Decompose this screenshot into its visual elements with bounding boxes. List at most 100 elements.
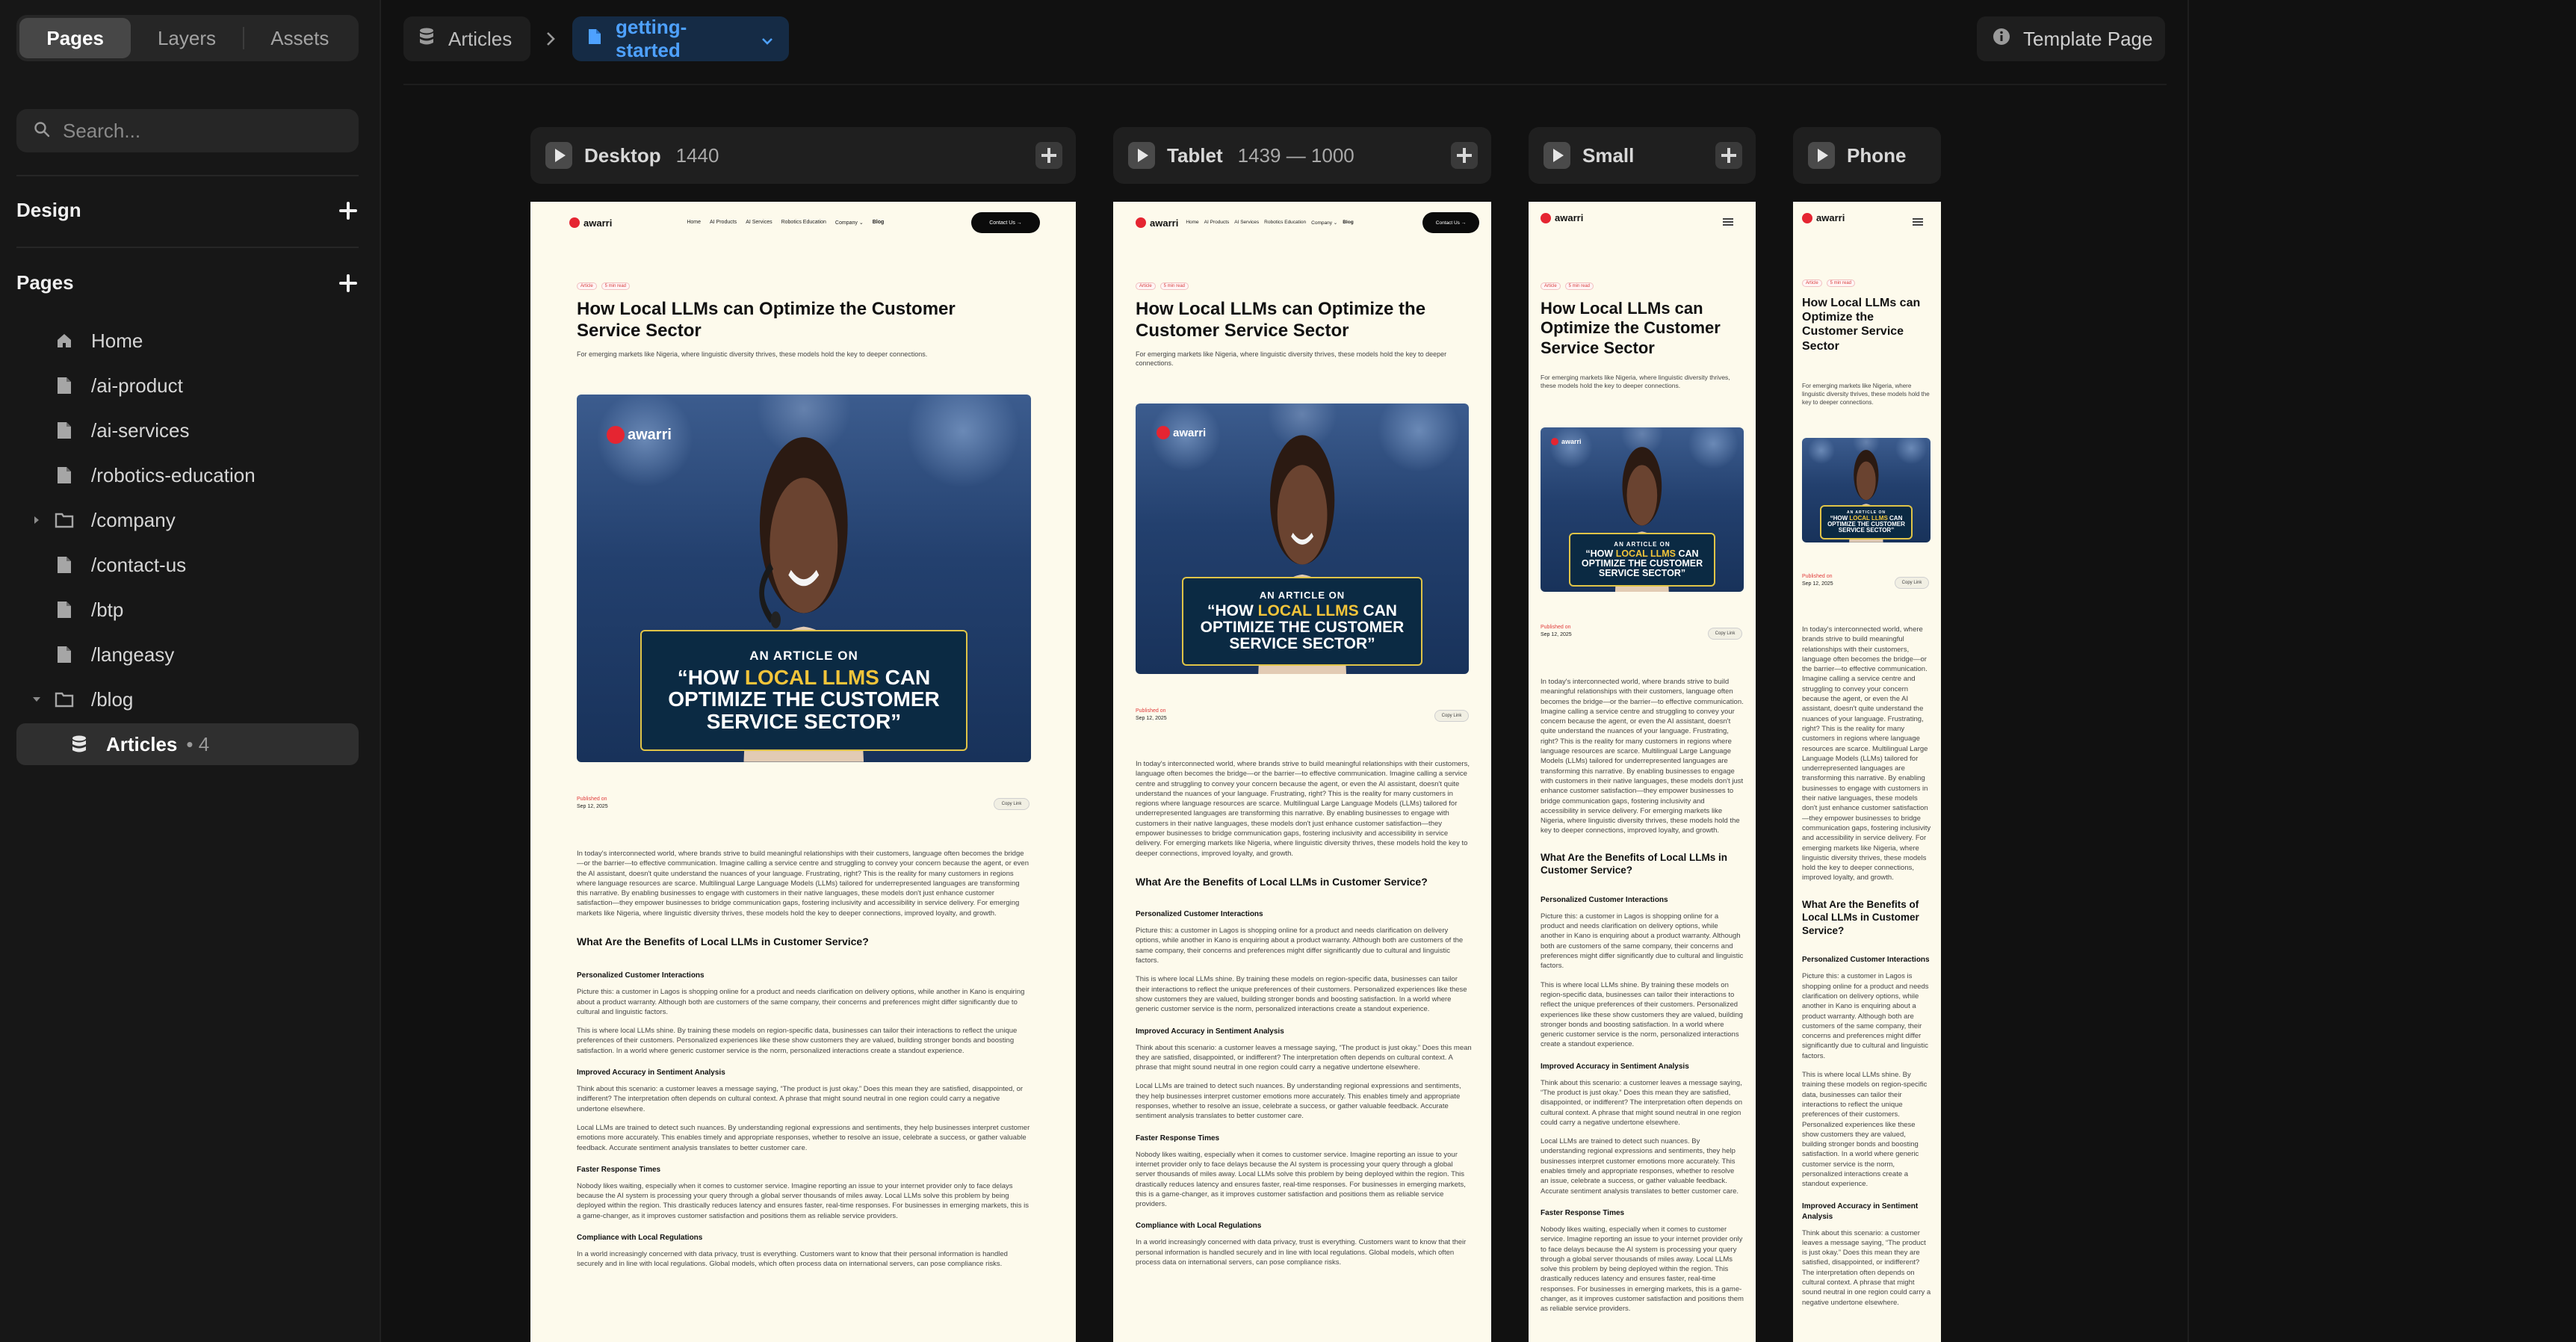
- page-item-label: /ai-services: [91, 418, 190, 442]
- chevron-down-icon[interactable]: [27, 696, 46, 703]
- page-item-robotics-education[interactable]: /robotics-education: [16, 454, 359, 496]
- chevron-right-icon[interactable]: [27, 516, 46, 525]
- breadcrumb-collection[interactable]: Articles: [403, 16, 530, 61]
- search-input[interactable]: Search...: [16, 109, 359, 152]
- copy-link-button[interactable]: Copy Link: [1895, 577, 1929, 589]
- page-item-ai-product[interactable]: /ai-product: [16, 365, 359, 406]
- awarri-logo[interactable]: awarri: [1541, 212, 1583, 223]
- small-preview-frame[interactable]: awarri Article 5 min read How Local LLMs…: [1529, 202, 1756, 1342]
- add-breakpoint-plus-icon[interactable]: [1715, 142, 1742, 169]
- hero-brand: awarri: [1173, 426, 1207, 439]
- template-page-label: Template Page: [2023, 27, 2153, 50]
- hero-logo: awarri: [1157, 426, 1206, 439]
- canvas-right-border: [2188, 0, 2189, 1342]
- hamburger-menu-icon[interactable]: [1723, 218, 1733, 226]
- phone-preview-frame[interactable]: awarri Article 5 min read How Local LLMs…: [1793, 202, 1941, 1342]
- page-item-label: /robotics-education: [91, 463, 256, 486]
- nav-link-home[interactable]: Home: [1186, 220, 1198, 226]
- page-item-label: /blog: [91, 687, 134, 711]
- section-heading: Faster Response Times: [577, 1165, 661, 1174]
- hamburger-menu-icon[interactable]: [1913, 218, 1923, 226]
- section-paragraph: This is where local LLMs shine. By train…: [577, 1027, 1018, 1055]
- section-paragraph: Nobody likes waiting, especially when it…: [1541, 1225, 1744, 1314]
- tablet-preview-frame[interactable]: awarri Home AI Products AI Services Robo…: [1113, 202, 1491, 1342]
- section-paragraph: Picture this: a customer in Lagos is sho…: [1541, 912, 1744, 971]
- tab-layers[interactable]: Layers: [131, 18, 242, 58]
- nav-link-robotics-education[interactable]: Robotics Education: [1264, 220, 1306, 226]
- folder-open-icon: [54, 691, 75, 708]
- breakpoint-name: Desktop: [584, 143, 661, 167]
- design-section-header: Design: [16, 199, 359, 222]
- breakpoint-small-header[interactable]: Small: [1529, 127, 1756, 184]
- page-item-company[interactable]: /company: [16, 499, 359, 541]
- desktop-preview-frame[interactable]: awarri Home AI Products AI Services Robo…: [530, 202, 1076, 1342]
- article-intro: In today's interconnected world, where b…: [1802, 625, 1931, 882]
- brand-name: awarri: [1555, 212, 1584, 223]
- nav-link-ai-services[interactable]: AI Services: [746, 220, 772, 226]
- awarri-logo[interactable]: awarri: [569, 217, 612, 229]
- awarri-logo[interactable]: awarri: [1802, 212, 1845, 223]
- copy-link-button[interactable]: Copy Link: [1434, 710, 1469, 722]
- section-heading: Improved Accuracy in Sentiment Analysis: [1136, 1027, 1284, 1036]
- pages-section-label: Pages: [16, 271, 74, 294]
- play-icon[interactable]: [1128, 142, 1155, 169]
- tab-assets[interactable]: Assets: [244, 18, 356, 58]
- add-design-plus-icon[interactable]: [338, 200, 359, 221]
- divider: [16, 175, 359, 176]
- article-subtitle: For emerging markets like Nigeria, where…: [577, 350, 928, 358]
- awarri-logo[interactable]: awarri: [1136, 217, 1178, 229]
- nav-link-ai-products[interactable]: AI Products: [710, 220, 737, 226]
- page-selector-dropdown[interactable]: getting-started: [572, 16, 789, 61]
- page-item-articles[interactable]: Articles • 4: [16, 723, 359, 765]
- article-title: How Local LLMs can Optimize the Customer…: [1136, 299, 1426, 341]
- nav-link-home[interactable]: Home: [687, 220, 701, 226]
- breakpoint-desktop-header[interactable]: Desktop 1440: [530, 127, 1076, 184]
- page-item-contact-us[interactable]: /contact-us: [16, 544, 359, 586]
- play-icon[interactable]: [1544, 142, 1570, 169]
- breakpoint-phone-header[interactable]: Phone: [1793, 127, 1941, 184]
- info-icon: [1992, 27, 2011, 52]
- nav-link-ai-services[interactable]: AI Services: [1234, 220, 1259, 226]
- add-breakpoint-plus-icon[interactable]: [1451, 142, 1478, 169]
- page-item-langeasy[interactable]: /langeasy: [16, 634, 359, 675]
- page-item-label: /company: [91, 508, 176, 531]
- item-count-badge: • 4: [186, 732, 210, 755]
- site-nav: awarri Home AI Products AI Services Robo…: [569, 212, 1040, 233]
- page-item-ai-services[interactable]: /ai-services: [16, 409, 359, 451]
- template-page-button[interactable]: Template Page: [1977, 16, 2165, 61]
- nav-link-blog[interactable]: Blog: [1343, 220, 1353, 226]
- article-tags: Article 5 min read: [1541, 282, 1594, 290]
- hero-line2: “HOW LOCAL LLMS CAN OPTIMIZE THE CUSTOME…: [1200, 602, 1405, 653]
- article-body: In today's interconnected world, where b…: [577, 849, 1031, 1342]
- tag-badge: 5 min read: [601, 282, 631, 290]
- page-item-label: /btp: [91, 598, 124, 621]
- nav-link-blog[interactable]: Blog: [873, 220, 885, 226]
- hero-line1: AN ARTICLE ON: [749, 648, 858, 663]
- add-breakpoint-plus-icon[interactable]: [1035, 142, 1062, 169]
- page-item-btp[interactable]: /btp: [16, 589, 359, 631]
- play-icon[interactable]: [545, 142, 572, 169]
- tag-badge: Article: [1136, 282, 1156, 290]
- hero-quote-card: AN ARTICLE ON “HOW LOCAL LLMS CAN OPTIMI…: [1569, 532, 1715, 587]
- nav-link-company[interactable]: Company ⌄: [835, 220, 864, 226]
- published-meta: Published on Sep 12, 2025: [1802, 574, 1833, 587]
- published-meta: Published on Sep 12, 2025: [577, 797, 608, 809]
- nav-link-ai-products[interactable]: AI Products: [1204, 220, 1230, 226]
- copy-link-button[interactable]: Copy Link: [994, 798, 1030, 810]
- contact-us-button[interactable]: Contact Us →: [971, 212, 1040, 233]
- copy-link-button[interactable]: Copy Link: [1708, 628, 1742, 640]
- page-item-blog[interactable]: /blog: [16, 678, 359, 720]
- page-item-label: Articles: [106, 732, 178, 755]
- breakpoint-tablet-header[interactable]: Tablet 1439 — 1000: [1113, 127, 1491, 184]
- contact-us-button[interactable]: Contact Us →: [1422, 212, 1479, 233]
- nav-link-robotics-education[interactable]: Robotics Education: [781, 220, 826, 226]
- file-icon: [54, 421, 75, 440]
- add-page-plus-icon[interactable]: [338, 273, 359, 294]
- tab-pages[interactable]: Pages: [19, 18, 131, 58]
- hero-quote-card: AN ARTICLE ON “HOW LOCAL LLMS CAN OPTIMI…: [1820, 504, 1913, 539]
- page-item-home[interactable]: Home: [16, 320, 359, 362]
- play-icon[interactable]: [1808, 142, 1835, 169]
- panel-tab-switcher: Pages Layers Assets: [16, 15, 359, 61]
- page-selector-label: getting-started: [616, 16, 687, 61]
- nav-link-company[interactable]: Company ⌄: [1311, 220, 1337, 226]
